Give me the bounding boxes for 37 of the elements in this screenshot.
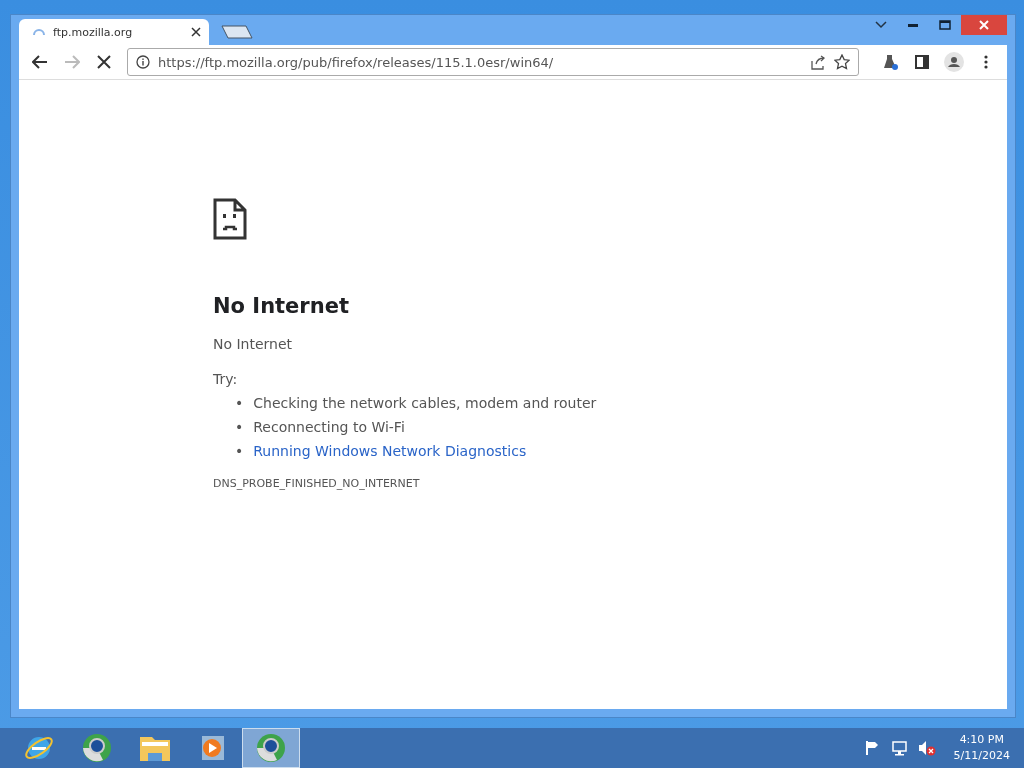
flag-icon[interactable] xyxy=(863,740,880,756)
stop-icon[interactable] xyxy=(97,55,111,69)
menu-icon[interactable] xyxy=(984,55,988,69)
address-bar[interactable]: https://ftp.mozilla.org/pub/firefox/releases/115.1.0esr/win64/ xyxy=(127,48,859,76)
circle-icon xyxy=(81,732,113,764)
bullet: • xyxy=(235,394,244,413)
clock-time[interactable]: 4:10 PM xyxy=(959,732,1004,748)
try-label: Try: xyxy=(213,371,239,387)
browser-tab[interactable]: ftp.mozilla.org xyxy=(19,19,209,45)
loading-spinner-icon xyxy=(33,29,45,35)
minimize-icon[interactable] xyxy=(908,23,918,27)
new-tab-button[interactable] xyxy=(221,25,253,39)
chevron-down-icon[interactable] xyxy=(875,21,887,29)
star-icon[interactable] xyxy=(834,54,850,70)
sad-page-icon xyxy=(213,198,247,240)
profile-avatar-icon[interactable] xyxy=(944,52,964,72)
bullet: • xyxy=(235,442,244,461)
circle-icon xyxy=(255,732,287,764)
bullet: • xyxy=(235,418,244,437)
suggestion-text: Checking the network cables, modem and router xyxy=(253,394,597,413)
error-heading: No Internet xyxy=(213,294,350,318)
network-icon[interactable] xyxy=(889,740,908,756)
flask-icon[interactable] xyxy=(882,54,898,70)
suggestion-text: Reconnecting to Wi-Fi xyxy=(253,418,405,437)
error-message: No Internet xyxy=(213,336,294,352)
share-icon[interactable] xyxy=(810,54,826,70)
back-icon[interactable] xyxy=(32,55,48,69)
muted-speaker-icon[interactable] xyxy=(917,740,936,756)
close-window-button[interactable] xyxy=(961,15,1007,35)
error-code: DNS_PROBE_FINISHED_NO_INTERNET xyxy=(213,477,421,490)
maximize-icon[interactable] xyxy=(939,20,951,30)
clock-date[interactable]: 5/11/2024 xyxy=(953,748,1010,764)
close-icon[interactable] xyxy=(191,27,201,37)
side-panel-icon[interactable] xyxy=(915,55,929,69)
diagnostics-link[interactable]: Running Windows Network Diagnostics xyxy=(253,439,527,463)
info-icon[interactable] xyxy=(136,55,150,69)
taskbar-app[interactable] xyxy=(242,728,300,768)
